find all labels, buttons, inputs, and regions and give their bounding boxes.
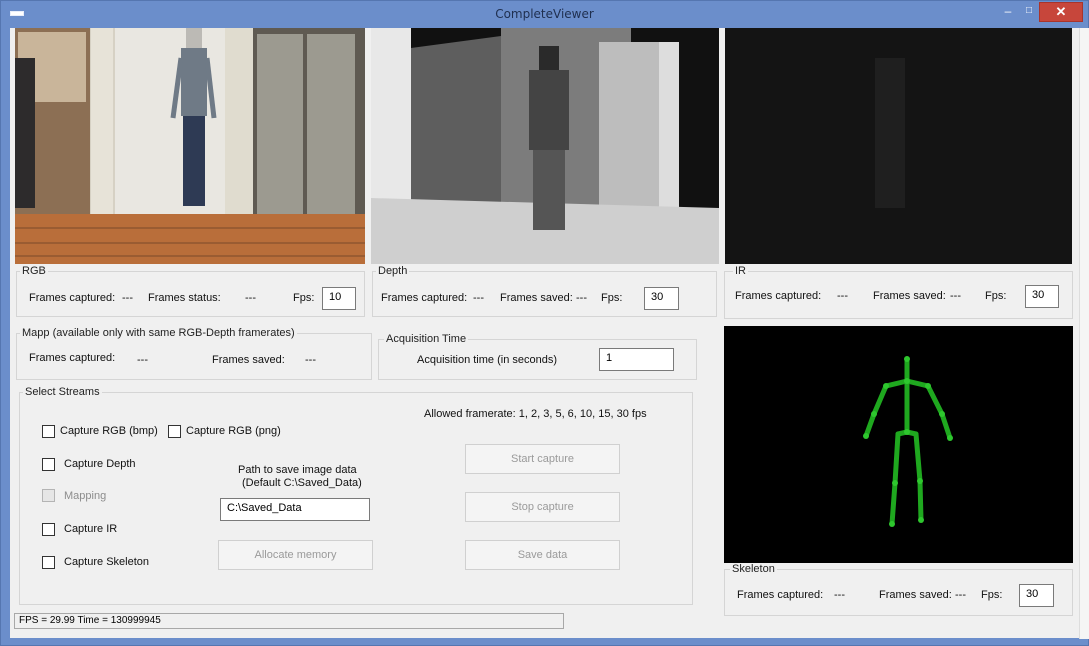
ir-fps-input[interactable]: 30 <box>1025 285 1059 308</box>
depth-group-label: Depth <box>376 265 410 277</box>
skeleton-fps-label: Fps: <box>981 589 1003 601</box>
capture-skeleton-label[interactable]: Capture Skeleton <box>64 556 149 568</box>
ir-frames-saved-value: --- <box>950 290 961 302</box>
depth-frames-captured-value: --- <box>473 292 484 304</box>
capture-depth-label[interactable]: Capture Depth <box>64 458 136 470</box>
path-label-line1: Path to save image data <box>238 464 357 476</box>
rgb-frames-captured-value: --- <box>122 292 133 304</box>
start-capture-button[interactable]: Start capture <box>465 444 620 474</box>
depth-video-view <box>371 28 719 264</box>
app-window: CompleteViewer – □ ✕ RGB Frames captured… <box>0 0 1089 646</box>
rgb-frames-status-label: Frames status: <box>148 292 221 304</box>
capture-ir-checkbox[interactable] <box>42 523 55 536</box>
close-button[interactable]: ✕ <box>1039 2 1083 22</box>
capture-rgb-bmp-label[interactable]: Capture RGB (bmp) <box>60 425 158 437</box>
depth-frames-saved-label: Frames saved: <box>500 292 573 304</box>
mapping-label[interactable]: Mapping <box>64 490 106 502</box>
capture-rgb-png-label[interactable]: Capture RGB (png) <box>186 425 281 437</box>
capture-rgb-bmp-checkbox[interactable] <box>42 425 55 438</box>
stop-capture-button[interactable]: Stop capture <box>465 492 620 522</box>
select-streams-label: Select Streams <box>23 386 102 398</box>
ir-video-view <box>725 28 1072 264</box>
status-bar: FPS = 29.99 Time = 130999945 <box>14 613 564 629</box>
rgb-group: RGB Frames captured: --- Frames status: … <box>16 265 365 317</box>
skeleton-group-label: Skeleton <box>730 563 777 575</box>
window-title: CompleteViewer <box>495 7 594 21</box>
allocate-memory-button[interactable]: Allocate memory <box>218 540 373 570</box>
depth-group: Depth Frames captured: --- Frames saved:… <box>372 265 717 317</box>
minimize-button[interactable]: – <box>995 2 1021 22</box>
depth-fps-label: Fps: <box>601 292 623 304</box>
acquisition-time-group: Acquisition Time Acquisition time (in se… <box>378 333 697 380</box>
capture-ir-label[interactable]: Capture IR <box>64 523 117 535</box>
title-bar[interactable]: CompleteViewer – □ ✕ <box>1 1 1088 28</box>
skeleton-fps-input[interactable]: 30 <box>1019 584 1054 607</box>
ir-video-image <box>725 28 1072 264</box>
rgb-fps-input[interactable]: 10 <box>322 287 356 310</box>
rgb-frames-captured-label: Frames captured: <box>29 292 116 304</box>
depth-video-image <box>371 28 719 264</box>
capture-depth-checkbox[interactable] <box>42 458 55 471</box>
depth-fps-input[interactable]: 30 <box>644 287 679 310</box>
select-streams-group: Select Streams Allowed framerate: 1, 2, … <box>19 386 693 605</box>
mapp-frames-saved-value: --- <box>305 354 316 366</box>
depth-frames-saved-value: --- <box>576 292 587 304</box>
ir-group-label: IR <box>733 265 748 277</box>
depth-frames-captured-label: Frames captured: <box>381 292 468 304</box>
mapp-frames-saved-label: Frames saved: <box>212 354 285 366</box>
mapp-frames-captured-label: Frames captured: <box>29 352 116 364</box>
skeleton-image <box>863 356 953 527</box>
rgb-frames-status-value: --- <box>245 292 256 304</box>
skeleton-frames-captured-label: Frames captured: <box>737 589 824 601</box>
mapping-checkbox[interactable] <box>42 489 55 502</box>
skeleton-frames-captured-value: --- <box>834 589 845 601</box>
rgb-group-label: RGB <box>20 265 48 277</box>
skeleton-frames-saved-value: --- <box>955 589 966 601</box>
acquisition-time-input[interactable]: 1 <box>599 348 674 371</box>
allowed-framerate-text: Allowed framerate: 1, 2, 3, 5, 6, 10, 15… <box>424 408 647 420</box>
mapp-group-label: Mapp (available only with same RGB-Depth… <box>20 327 297 339</box>
maximize-button[interactable]: □ <box>1019 2 1039 22</box>
rgb-video-image <box>15 28 365 264</box>
rgb-video-view <box>15 28 365 264</box>
mapp-frames-captured-value: --- <box>137 354 148 366</box>
save-path-input[interactable]: C:\Saved_Data <box>220 498 370 521</box>
skeleton-frames-saved-label: Frames saved: <box>879 589 952 601</box>
path-label-line2: (Default C:\Saved_Data) <box>242 477 362 489</box>
ir-group: IR Frames captured: --- Frames saved: --… <box>724 265 1073 319</box>
save-data-button[interactable]: Save data <box>465 540 620 570</box>
skeleton-group: Skeleton Frames captured: --- Frames sav… <box>724 563 1073 616</box>
capture-rgb-png-checkbox[interactable] <box>168 425 181 438</box>
capture-skeleton-checkbox[interactable] <box>42 556 55 569</box>
ir-fps-label: Fps: <box>985 290 1007 302</box>
mapp-group: Mapp (available only with same RGB-Depth… <box>16 327 372 380</box>
skeleton-view <box>724 326 1073 563</box>
ir-frames-captured-value: --- <box>837 290 848 302</box>
client-area: RGB Frames captured: --- Frames status: … <box>10 28 1079 638</box>
rgb-fps-label: Fps: <box>293 292 315 304</box>
acquisition-group-label: Acquisition Time <box>384 333 469 345</box>
ir-frames-saved-label: Frames saved: <box>873 290 946 302</box>
vertical-scrollbar[interactable] <box>1079 28 1089 639</box>
ir-frames-captured-label: Frames captured: <box>735 290 822 302</box>
acquisition-time-label: Acquisition time (in seconds) <box>417 354 558 366</box>
